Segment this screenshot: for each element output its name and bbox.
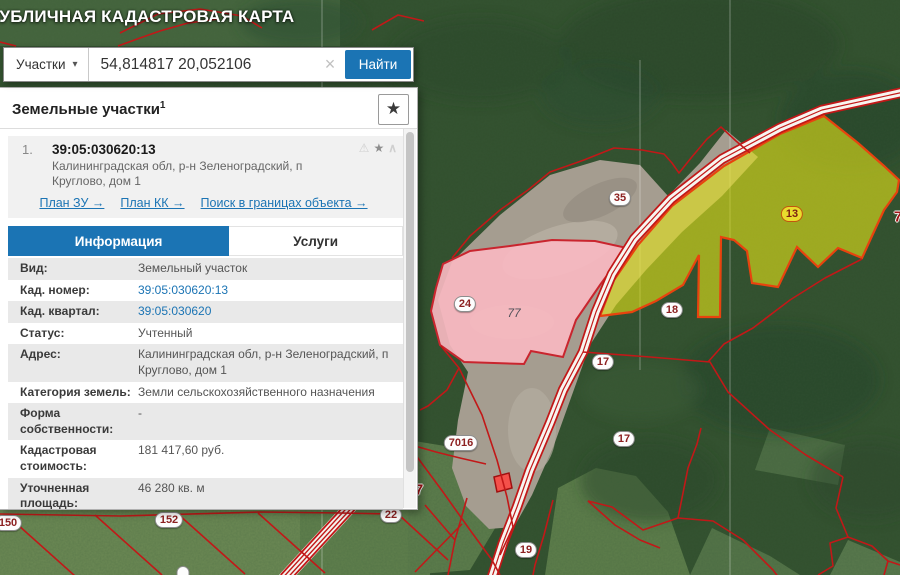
info-row: Статус:Учтенный	[8, 323, 403, 345]
info-label: Форма собственности:	[8, 406, 138, 437]
item-address: Калининградская обл, р-н Зеленоградский,…	[52, 159, 312, 189]
clear-search-icon[interactable]: ×	[317, 48, 343, 81]
star-icon: ★	[386, 99, 401, 119]
info-value: 181 417,60 руб.	[138, 443, 403, 474]
info-value: Земельный участок	[138, 261, 403, 277]
favorite-icon[interactable]: ★	[373, 141, 384, 155]
info-value: Учтенный	[138, 326, 403, 342]
info-label: Кад. квартал:	[8, 304, 138, 320]
parcel-list-item[interactable]: 1. 39:05:030620:13 Калининградская обл, …	[8, 136, 403, 218]
item-link[interactable]: План ЗУ →	[39, 196, 104, 210]
info-row: Кадастровая стоимость:181 417,60 руб.	[8, 440, 403, 477]
info-table: Вид:Земельный участокКад. номер:39:05:03…	[8, 258, 403, 510]
info-value[interactable]: 39:05:030620:13	[138, 283, 403, 299]
app-title: ПУБЛИЧНАЯ КАДАСТРОВАЯ КАРТА	[0, 7, 294, 27]
item-link[interactable]: Поиск в границах объекта →	[201, 196, 368, 210]
cadastral-map-app: { "app": { "title": "ПУБЛИЧНАЯ КАДАСТРОВ…	[0, 0, 900, 575]
panel-heading: Земельные участки1 ★	[0, 88, 417, 128]
result-count: 1	[160, 100, 166, 111]
search-category-dropdown[interactable]: Участки ▾	[4, 48, 89, 81]
divider	[0, 128, 417, 129]
info-label: Кадастровая стоимость:	[8, 443, 138, 474]
tab-information[interactable]: Информация	[8, 226, 229, 256]
chevron-down-icon: ▾	[73, 59, 78, 70]
search-input[interactable]	[89, 48, 317, 81]
item-cad-number: 39:05:030620:13	[52, 142, 399, 157]
search-submit-button[interactable]: Найти	[345, 50, 411, 79]
info-label: Адрес:	[8, 347, 138, 378]
info-label: Статус:	[8, 326, 138, 342]
info-value: Калининградская обл, р-н Зеленоградский,…	[138, 347, 403, 378]
panel-content: 1. 39:05:030620:13 Калининградская обл, …	[0, 136, 417, 510]
info-label: Кад. номер:	[8, 283, 138, 299]
scrollbar-thumb[interactable]	[406, 132, 414, 472]
item-links: План ЗУ → План КК → Поиск в границах объек…	[8, 196, 399, 210]
info-value: -	[138, 406, 403, 437]
item-actions: ⚠ ★ ∧	[359, 141, 397, 155]
item-index: 1.	[8, 142, 52, 189]
info-row: Вид:Земельный участок	[8, 258, 403, 280]
search-category-label: Участки	[16, 57, 66, 72]
collapse-icon[interactable]: ∧	[388, 141, 397, 155]
info-label: Вид:	[8, 261, 138, 277]
info-row: Категория земель:Земли сельскохозяйствен…	[8, 382, 403, 404]
info-row: Кад. квартал:39:05:030620	[8, 301, 403, 323]
scrollbar-track[interactable]	[403, 129, 416, 508]
panel-title: Земельные участки1	[12, 100, 165, 118]
info-label: Уточненная площадь:	[8, 481, 138, 510]
item-link[interactable]: План КК →	[120, 196, 184, 210]
search-bar: Участки ▾ × Найти	[3, 47, 414, 82]
panel-title-text: Земельные участки	[12, 101, 160, 118]
info-row: Уточненная площадь:46 280 кв. м	[8, 478, 403, 510]
info-value[interactable]: 39:05:030620	[138, 304, 403, 320]
warning-icon[interactable]: ⚠	[359, 141, 370, 155]
results-panel: Земельные участки1 ★ 1. 39:05:030620:13 …	[0, 87, 418, 510]
info-row: Адрес:Калининградская обл, р-н Зеленогра…	[8, 344, 403, 381]
info-value: 46 280 кв. м	[138, 481, 403, 510]
info-value: Земли сельскохозяйственного назначения	[138, 385, 403, 401]
info-label: Категория земель:	[8, 385, 138, 401]
info-row: Кад. номер:39:05:030620:13	[8, 280, 403, 302]
info-row: Форма собственности:-	[8, 403, 403, 440]
tabs: Информация Услуги	[8, 226, 403, 256]
favorites-button[interactable]: ★	[378, 94, 409, 125]
tab-services[interactable]: Услуги	[229, 226, 403, 256]
